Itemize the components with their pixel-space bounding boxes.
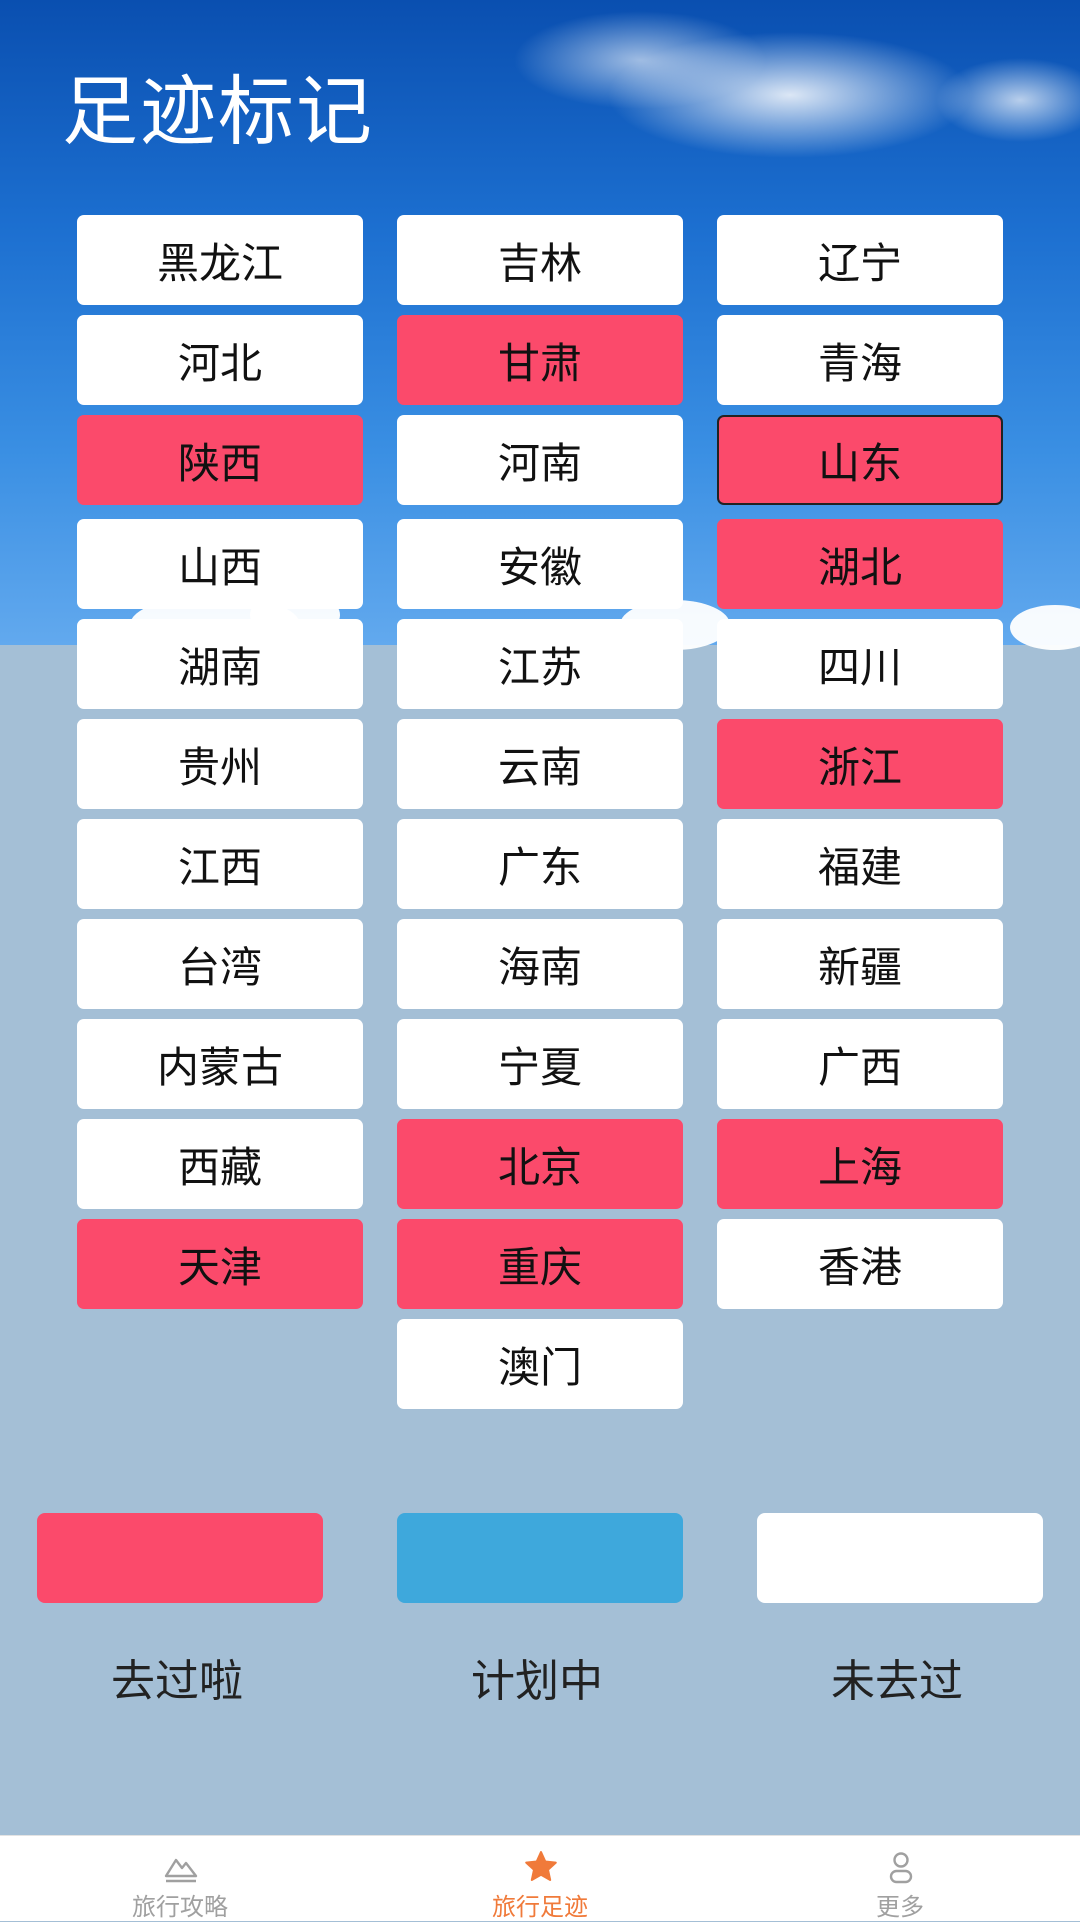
province-button[interactable]: 香港 <box>717 1219 1003 1309</box>
province-button[interactable]: 澳门 <box>397 1319 683 1409</box>
province-button[interactable]: 广西 <box>717 1019 1003 1109</box>
tab-more[interactable]: 更多 <box>720 1836 1080 1921</box>
province-button[interactable]: 贵州 <box>77 719 363 809</box>
province-button[interactable]: 天津 <box>77 1219 363 1309</box>
province-button[interactable]: 山西 <box>77 519 363 609</box>
user-icon <box>889 1852 913 1884</box>
province-button[interactable]: 甘肃 <box>397 315 683 405</box>
legend-visited-label: 去过啦 <box>111 1656 243 1707</box>
province-button[interactable]: 陕西 <box>77 415 363 505</box>
province-button[interactable]: 云南 <box>397 719 683 809</box>
province-button[interactable]: 河南 <box>397 415 683 505</box>
legend-unvisited-label: 未去过 <box>831 1656 963 1707</box>
legend-visited-swatch <box>37 1513 323 1603</box>
province-button[interactable]: 吉林 <box>397 215 683 305</box>
province-button[interactable]: 安徽 <box>397 519 683 609</box>
legend-unvisited-swatch <box>757 1513 1043 1603</box>
tab-travel-guide[interactable]: 旅行攻略 <box>0 1836 360 1921</box>
province-button[interactable]: 湖北 <box>717 519 1003 609</box>
province-button[interactable]: 宁夏 <box>397 1019 683 1109</box>
province-button[interactable]: 新疆 <box>717 919 1003 1009</box>
tab-label: 旅行攻略 <box>132 1893 228 1921</box>
province-button[interactable]: 山东 <box>717 415 1003 505</box>
legend-planned-label: 计划中 <box>471 1656 603 1707</box>
province-button[interactable]: 海南 <box>397 919 683 1009</box>
tab-travel-footprint[interactable]: 旅行足迹 <box>360 1836 720 1921</box>
province-button[interactable]: 辽宁 <box>717 215 1003 305</box>
province-button[interactable]: 江西 <box>77 819 363 909</box>
province-button[interactable]: 西藏 <box>77 1119 363 1209</box>
cloud-decoration <box>1010 605 1080 650</box>
province-button[interactable]: 北京 <box>397 1119 683 1209</box>
province-button[interactable]: 重庆 <box>397 1219 683 1309</box>
province-button[interactable]: 湖南 <box>77 619 363 709</box>
bottom-tab-bar: 旅行攻略 旅行足迹 更多 <box>0 1835 1080 1921</box>
star-icon <box>525 1851 557 1881</box>
tab-label: 更多 <box>876 1893 924 1921</box>
page-title: 足迹标记 <box>62 67 374 156</box>
province-button[interactable]: 浙江 <box>717 719 1003 809</box>
province-button[interactable]: 台湾 <box>77 919 363 1009</box>
province-button[interactable]: 四川 <box>717 619 1003 709</box>
province-button[interactable]: 内蒙古 <box>77 1019 363 1109</box>
province-button[interactable]: 江苏 <box>397 619 683 709</box>
province-button[interactable]: 上海 <box>717 1119 1003 1209</box>
mountain-icon <box>164 1858 198 1883</box>
province-button[interactable]: 广东 <box>397 819 683 909</box>
tab-label: 旅行足迹 <box>492 1893 588 1921</box>
legend-planned-swatch <box>397 1513 683 1603</box>
province-button[interactable]: 黑龙江 <box>77 215 363 305</box>
province-button[interactable]: 福建 <box>717 819 1003 909</box>
province-button[interactable]: 青海 <box>717 315 1003 405</box>
province-button[interactable]: 河北 <box>77 315 363 405</box>
